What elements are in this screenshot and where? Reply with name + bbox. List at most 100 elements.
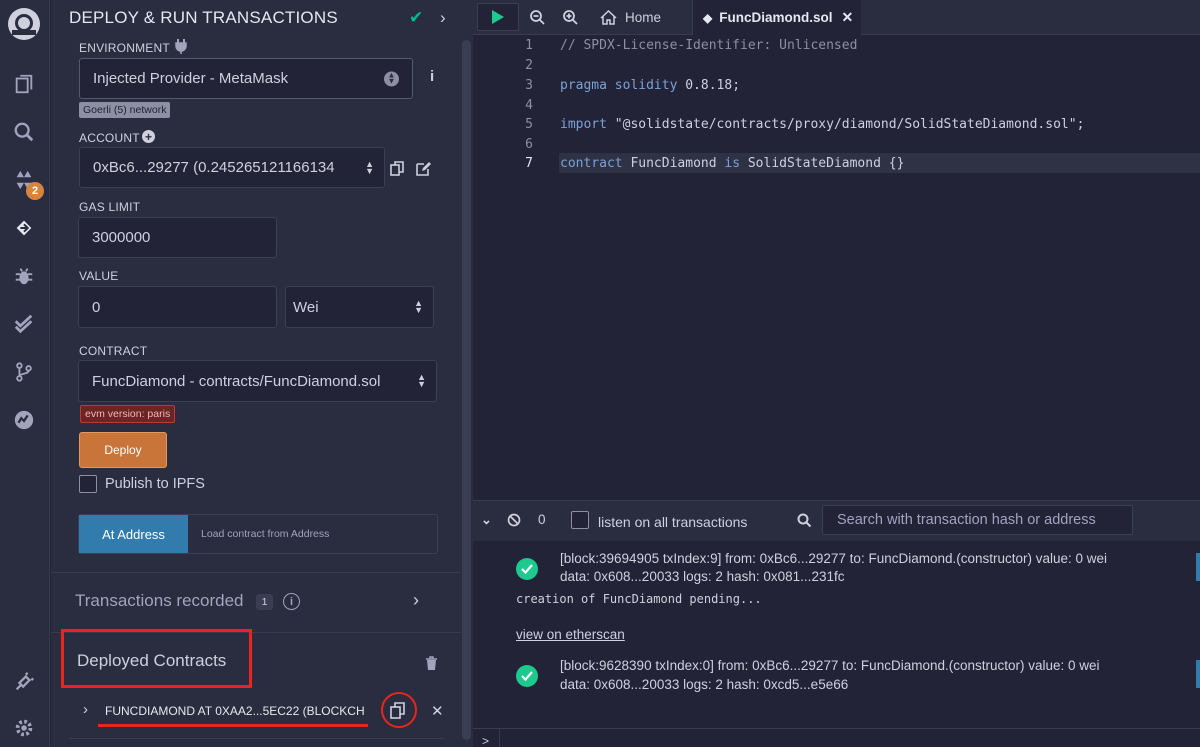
trash-icon[interactable] xyxy=(425,656,438,670)
search-icon xyxy=(797,513,812,528)
testing-icon[interactable] xyxy=(8,308,40,340)
close-tab-icon[interactable]: ✕ xyxy=(842,9,854,26)
tx1-details[interactable]: data: 0x608...20033 logs: 2 hash: 0x081.… xyxy=(560,569,844,584)
account-label: ACCOUNT xyxy=(79,131,140,145)
copy-icon[interactable] xyxy=(390,161,404,176)
prompt-divider xyxy=(499,729,500,747)
check-icon: ✔ xyxy=(409,8,424,27)
analytics-icon[interactable] xyxy=(8,404,40,436)
at-address-input[interactable]: Load contract from Address xyxy=(201,528,329,540)
tx2-details[interactable]: data: 0x608...20033 logs: 2 hash: 0xcd5.… xyxy=(560,677,848,692)
gas-limit-label: GAS LIMIT xyxy=(79,200,141,214)
value-label: VALUE xyxy=(79,269,119,283)
zoom-in-icon[interactable] xyxy=(563,10,578,25)
line-number: 3 xyxy=(525,78,533,93)
tab-home-label: Home xyxy=(625,10,662,25)
edit-icon[interactable] xyxy=(416,161,431,176)
code-text: FuncDiamond xyxy=(622,156,725,171)
deployed-contract-item[interactable]: FUNCDIAMOND AT 0XAA2...5EC22 (BLOCKCH xyxy=(105,704,365,718)
pending-message: creation of FuncDiamond pending... xyxy=(516,592,762,606)
close-icon[interactable]: ✕ xyxy=(431,702,444,720)
pending-count: 0 xyxy=(538,512,546,527)
value-unit-select[interactable]: Wei ▲ ▼ xyxy=(285,286,434,328)
run-button[interactable] xyxy=(477,3,519,31)
line-number: 4 xyxy=(525,98,533,113)
select-arrows-icon: ▲ ▼ xyxy=(414,298,423,315)
search-icon[interactable] xyxy=(8,116,40,148)
transactions-count-badge: 1 xyxy=(256,594,273,610)
settings-icon[interactable] xyxy=(8,712,40,744)
account-value: 0xBc6...29277 (0.245265121166134 xyxy=(93,159,335,176)
zoom-out-icon[interactable] xyxy=(530,10,545,25)
info-icon[interactable]: i xyxy=(430,68,434,85)
remix-ide: 2 DEPLOY & RUN TRANSACTIONS ✔ › ENVIRONM… xyxy=(0,0,1200,747)
file-explorer-icon[interactable] xyxy=(8,68,40,100)
gas-limit-input[interactable]: 3000000 xyxy=(78,217,277,258)
line-number: 5 xyxy=(525,117,533,132)
terminal-prompt[interactable]: > xyxy=(473,728,1200,747)
highlight-circle xyxy=(381,692,417,728)
value-input[interactable]: 0 xyxy=(78,286,277,328)
info-icon: i xyxy=(283,593,300,610)
prompt-symbol: > xyxy=(482,734,490,747)
chevron-right-icon[interactable]: › xyxy=(413,590,419,611)
main-area: Home ◆ FuncDiamond.sol ✕ 1 2 3 4 5 6 7 /… xyxy=(473,0,1200,747)
environment-value: Injected Provider - MetaMask xyxy=(93,70,289,87)
code-text: 0.8.18; xyxy=(677,78,741,93)
network-badge: Goerli (5) network xyxy=(79,102,171,118)
listen-all-label: listen on all transactions xyxy=(598,514,748,530)
line-number-current: 7 xyxy=(525,156,533,171)
panel-scrollbar[interactable] xyxy=(461,0,473,747)
solidity-file-icon: ◆ xyxy=(703,10,713,25)
line-number: 1 xyxy=(525,38,533,53)
deploy-run-icon[interactable] xyxy=(8,212,40,244)
etherscan-link[interactable]: view on etherscan xyxy=(516,627,625,642)
chevron-right-icon[interactable]: › xyxy=(440,8,446,28)
line-number: 6 xyxy=(525,137,533,152)
transaction-search-input[interactable]: Search with transaction hash or address xyxy=(822,505,1133,535)
select-arrows-icon: ▲ ▼ xyxy=(384,71,399,86)
play-icon xyxy=(492,10,504,24)
remix-logo-icon[interactable] xyxy=(6,6,42,42)
code-editor[interactable]: 1 2 3 4 5 6 7 // SPDX-License-Identifier… xyxy=(473,35,1200,500)
collapse-terminal-icon[interactable]: ⌄ xyxy=(481,512,492,528)
plug-icon xyxy=(175,39,187,54)
contract-label: CONTRACT xyxy=(79,344,148,358)
compiler-badge: 2 xyxy=(26,182,44,200)
listen-all-checkbox[interactable] xyxy=(571,511,589,529)
transactions-recorded-title[interactable]: Transactions recorded xyxy=(75,591,244,611)
at-address-group: At Address Load contract from Address xyxy=(78,514,438,554)
code-line-3: pragma solidity 0.8.18; xyxy=(560,78,740,93)
expand-tx-button[interactable] xyxy=(1196,553,1200,581)
account-select[interactable]: 0xBc6...29277 (0.245265121166134 ▲ ▼ xyxy=(79,147,385,188)
clear-console-icon[interactable] xyxy=(507,513,521,527)
deploy-button[interactable]: Deploy xyxy=(79,432,167,468)
chevron-right-icon[interactable]: › xyxy=(83,701,88,718)
debugger-icon[interactable] xyxy=(8,260,40,292)
tx2-summary[interactable]: [block:9628390 txIndex:0] from: 0xBc6...… xyxy=(560,658,1100,673)
keyword: pragma solidity xyxy=(560,78,678,93)
plugin-manager-icon[interactable] xyxy=(8,666,40,698)
scrollbar-thumb[interactable] xyxy=(462,40,471,740)
expand-tx-button[interactable] xyxy=(1196,660,1200,688)
publish-ipfs-checkbox[interactable] xyxy=(79,475,97,493)
contract-value: FuncDiamond - contracts/FuncDiamond.sol xyxy=(92,372,381,390)
tab-home[interactable]: Home xyxy=(600,0,661,35)
divider xyxy=(51,572,461,573)
value-unit: Wei xyxy=(293,298,319,316)
contract-select[interactable]: FuncDiamond - contracts/FuncDiamond.sol … xyxy=(78,360,437,402)
add-account-icon[interactable]: + xyxy=(142,130,155,143)
tx1-summary[interactable]: [block:39694905 txIndex:9] from: 0xBc6..… xyxy=(560,551,1107,566)
terminal-toolbar: ⌄ 0 listen on all transactions Search wi… xyxy=(473,501,1200,541)
git-icon[interactable] xyxy=(8,356,40,388)
code-line-5: import "@solidstate/contracts/proxy/diam… xyxy=(560,117,1084,132)
code-line-7: contract FuncDiamond is SolidStateDiamon… xyxy=(560,156,904,171)
code-line-1: // SPDX-License-Identifier: Unlicensed xyxy=(560,38,858,53)
environment-select[interactable]: Injected Provider - MetaMask ▲ ▼ xyxy=(79,58,413,99)
evm-version-badge: evm version: paris xyxy=(80,405,176,423)
terminal: ⌄ 0 listen on all transactions Search wi… xyxy=(473,500,1200,747)
tab-funcdiamond[interactable]: ◆ FuncDiamond.sol ✕ xyxy=(693,0,861,35)
keyword: contract xyxy=(560,156,623,171)
select-arrows-icon: ▲ ▼ xyxy=(417,372,426,389)
at-address-button[interactable]: At Address xyxy=(79,515,188,553)
